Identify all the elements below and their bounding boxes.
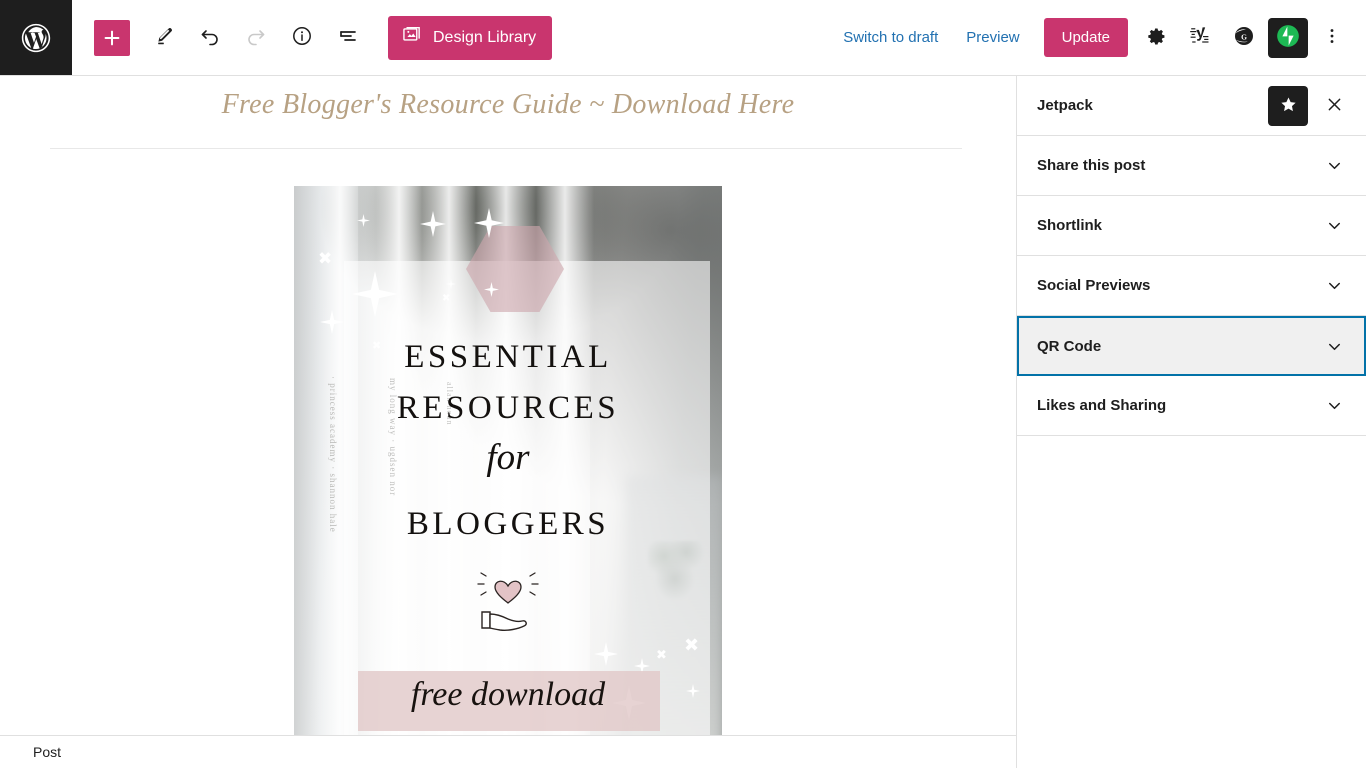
wordpress-logo-icon bbox=[19, 21, 53, 55]
image-headline-line2: RESOURCES bbox=[396, 390, 620, 426]
chevron-down-icon bbox=[1325, 156, 1344, 175]
switch-to-draft-button[interactable]: Switch to draft bbox=[829, 21, 952, 54]
editor-body: Free Blogger's Resource Guide ~ Download… bbox=[0, 76, 1366, 768]
editor-canvas[interactable]: Free Blogger's Resource Guide ~ Download… bbox=[0, 76, 1016, 768]
add-block-button[interactable] bbox=[94, 19, 130, 56]
close-sidebar-button[interactable] bbox=[1314, 86, 1354, 126]
panel-label: Share this post bbox=[1037, 157, 1146, 174]
chevron-down-icon bbox=[1325, 337, 1344, 356]
grammarly-icon: G bbox=[1232, 24, 1256, 51]
chevron-down-icon bbox=[1325, 216, 1344, 235]
grammarly-button[interactable]: G bbox=[1222, 16, 1266, 60]
update-button[interactable]: Update bbox=[1043, 18, 1128, 57]
redo-icon bbox=[244, 24, 268, 51]
editor-toolbar: Design Library Switch to draft Preview U… bbox=[0, 0, 1366, 76]
panel-label: Likes and Sharing bbox=[1037, 397, 1167, 414]
toolbar-right-group: Switch to draft Preview Update G bbox=[829, 0, 1366, 75]
details-button[interactable] bbox=[280, 16, 324, 60]
gear-icon bbox=[1145, 25, 1168, 51]
jetpack-icon bbox=[1275, 23, 1301, 52]
settings-button[interactable] bbox=[1134, 16, 1178, 60]
panel-label: QR Code bbox=[1037, 337, 1102, 355]
panel-social-previews[interactable]: Social Previews bbox=[1017, 256, 1366, 316]
breadcrumb[interactable]: Post bbox=[33, 744, 61, 760]
undo-button[interactable] bbox=[188, 16, 232, 60]
panel-label: Social Previews bbox=[1037, 277, 1151, 294]
editor-breadcrumb-bar: Post bbox=[0, 735, 1016, 768]
close-icon bbox=[1325, 95, 1344, 117]
image-headline-line5: free download bbox=[410, 676, 606, 713]
design-library-icon bbox=[401, 24, 423, 51]
more-vertical-icon bbox=[1321, 25, 1343, 50]
panel-shortlink[interactable]: Shortlink bbox=[1017, 196, 1366, 256]
design-library-label: Design Library bbox=[433, 28, 537, 46]
image-headline-line4: BLOGGERS bbox=[406, 506, 610, 542]
star-icon bbox=[1279, 95, 1298, 117]
pin-sidebar-button[interactable] bbox=[1268, 85, 1308, 126]
tools-edit-icon bbox=[152, 24, 176, 51]
yoast-seo-button[interactable] bbox=[1178, 16, 1222, 60]
wordpress-logo-button[interactable] bbox=[0, 0, 72, 75]
jetpack-button[interactable] bbox=[1268, 17, 1308, 58]
chevron-down-icon bbox=[1325, 276, 1344, 295]
panel-qr-code[interactable]: QR Code bbox=[1017, 316, 1366, 376]
featured-image-block[interactable]: ✖ ✖ ✖ ✖ ✖ · princess academy · shannon h… bbox=[294, 186, 722, 746]
editor-app: Design Library Switch to draft Preview U… bbox=[0, 0, 1366, 768]
redo-button[interactable] bbox=[234, 16, 278, 60]
list-view-icon bbox=[336, 24, 360, 51]
toolbar-left-group: Design Library bbox=[72, 0, 553, 75]
jetpack-sidebar: Jetpack Share this post Shortlink Social… bbox=[1016, 76, 1366, 768]
undo-icon bbox=[198, 24, 222, 51]
options-menu-button[interactable] bbox=[1310, 16, 1354, 60]
sidebar-header: Jetpack bbox=[1017, 76, 1366, 136]
sidebar-title: Jetpack bbox=[1037, 97, 1093, 114]
image-overlay-card bbox=[344, 261, 710, 740]
post-title[interactable]: Free Blogger's Resource Guide ~ Download… bbox=[0, 76, 1016, 121]
details-info-icon bbox=[290, 24, 314, 51]
image-headline-line1: ESSENTIAL bbox=[404, 339, 612, 375]
list-view-button[interactable] bbox=[326, 16, 370, 60]
preview-button[interactable]: Preview bbox=[952, 21, 1033, 54]
tools-edit-icon-button[interactable] bbox=[142, 16, 186, 60]
panel-likes-and-sharing[interactable]: Likes and Sharing bbox=[1017, 376, 1366, 436]
jetpack-panel-list: Share this post Shortlink Social Preview… bbox=[1017, 136, 1366, 768]
featured-image: ✖ ✖ ✖ ✖ ✖ · princess academy · shannon h… bbox=[294, 186, 722, 746]
chevron-down-icon bbox=[1325, 396, 1344, 415]
svg-text:G: G bbox=[1241, 32, 1247, 41]
design-library-button[interactable]: Design Library bbox=[388, 15, 553, 60]
panel-label: Shortlink bbox=[1037, 217, 1103, 234]
hand-heart-icon bbox=[294, 566, 722, 638]
panel-share-this-post[interactable]: Share this post bbox=[1017, 136, 1366, 196]
image-headline-line3: for bbox=[486, 437, 530, 478]
title-separator bbox=[50, 148, 962, 149]
yoast-seo-icon bbox=[1188, 24, 1212, 51]
